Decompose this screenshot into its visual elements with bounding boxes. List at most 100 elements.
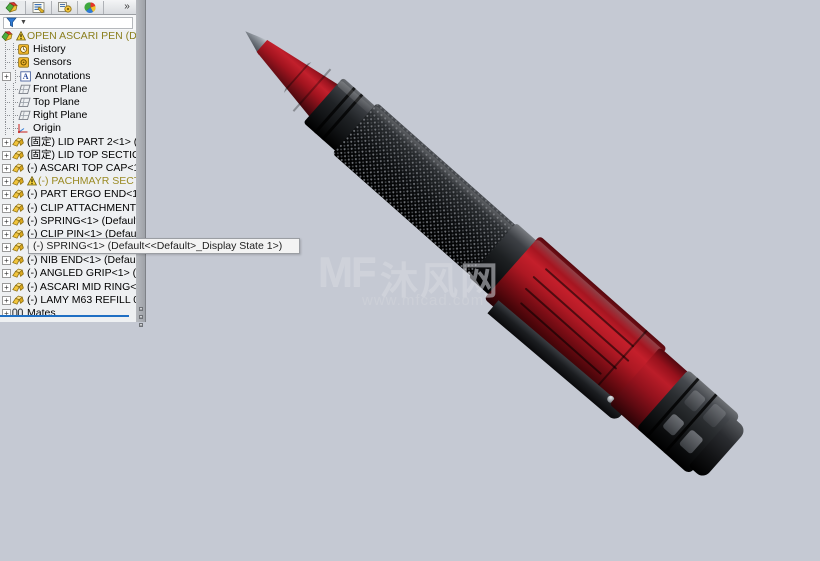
tree-item-row[interactable]: + (-) CLIP ATTACHMENT<1 — [0, 201, 136, 214]
tree-connector — [10, 96, 18, 110]
tree-item-row[interactable]: + (固定) LID TOP SECTION< — [0, 149, 136, 162]
feature-manager-panel: » ▼ OPEN ASCARI PEN (D History Sensors +… — [0, 0, 137, 322]
tree-item-label: (-) LAMY M63 REFILL 0.5 — [27, 293, 136, 306]
tree-item-row[interactable]: + (固定) LID PART 2<1> (D — [0, 136, 136, 149]
tree-item-row[interactable]: + (-) NIB END<1> (Default — [0, 254, 136, 267]
tree-connector — [2, 82, 10, 96]
tree-item-label: (-) PACHMAYR SECTIO — [38, 175, 136, 188]
display-manager-tab[interactable] — [78, 0, 104, 14]
expand-toggle-icon[interactable]: + — [2, 203, 11, 213]
property-manager-icon — [32, 1, 44, 13]
expand-toggle-icon[interactable]: + — [2, 295, 11, 305]
expand-toggle-icon[interactable]: + — [2, 256, 11, 266]
part-icon — [12, 229, 25, 240]
expand-toggle-icon[interactable]: + — [2, 243, 11, 253]
expand-toggle-icon[interactable]: + — [2, 216, 11, 226]
part-icon — [12, 282, 25, 293]
splitter-grip-dot — [139, 323, 143, 327]
manager-tab-strip: » — [0, 0, 136, 15]
expand-toggle-icon[interactable]: + — [2, 163, 11, 173]
filter-funnel-icon — [6, 17, 17, 28]
tree-item-label: Right Plane — [33, 109, 88, 122]
tree-connector — [2, 96, 10, 110]
property-manager-tab[interactable] — [26, 0, 52, 14]
tree-item-row[interactable]: Top Plane — [0, 96, 136, 110]
expand-toggle-icon[interactable]: + — [2, 137, 11, 147]
watermark-logo: MF — [318, 248, 377, 295]
tree-item-label: (固定) LID TOP SECTION< — [27, 148, 136, 161]
expand-toggle-icon[interactable]: + — [2, 71, 11, 81]
tree-item-row[interactable]: + (-) LAMY M63 REFILL 0.5 — [0, 294, 136, 307]
annotations-icon: A — [20, 71, 33, 82]
tree-item-row[interactable]: + (-) ANGLED GRIP<1> (De — [0, 267, 136, 280]
tree-connector — [2, 122, 10, 136]
tree-item-row[interactable]: + Mates — [0, 307, 136, 315]
tree-item-row[interactable]: Sensors — [0, 56, 136, 70]
warning-triangle-icon — [26, 175, 38, 187]
tree-item-label: (-) SPRING<1> (Default< — [27, 214, 136, 227]
tree-connector — [10, 43, 18, 57]
solidworks-tree-icon — [5, 1, 18, 13]
part-icon — [12, 242, 25, 253]
expand-toggle-icon[interactable]: + — [2, 190, 11, 200]
part-icon — [12, 268, 25, 279]
tree-root-row[interactable]: OPEN ASCARI PEN (Defa — [0, 30, 136, 43]
plane-icon — [18, 84, 31, 95]
tree-item-label: Sensors — [33, 56, 72, 69]
tree-item-row[interactable]: + (-) ASCARI MID RING<1> — [0, 281, 136, 294]
history-icon — [18, 44, 31, 55]
panel-bottom-area — [0, 317, 136, 322]
chevron-down-icon[interactable]: ▼ — [20, 19, 27, 26]
part-icon — [12, 216, 25, 227]
splitter-grip-dot — [139, 307, 143, 311]
part-icon — [12, 137, 25, 148]
expand-toggle-icon[interactable]: + — [2, 229, 11, 239]
tree-item-label: (固定) LID PART 2<1> (D — [27, 135, 136, 148]
tree-item-row[interactable]: + (-) PART ERGO END<1> — [0, 188, 136, 201]
part-icon — [12, 150, 25, 161]
tree-connector — [10, 122, 18, 136]
configuration-manager-tab[interactable] — [52, 0, 78, 14]
feature-manager-design-tree-tab[interactable] — [0, 0, 26, 14]
part-icon — [12, 189, 25, 200]
sensors-icon — [18, 57, 31, 69]
tree-item-row[interactable]: Front Plane — [0, 82, 136, 96]
part-icon — [12, 295, 25, 306]
tree-item-row[interactable]: + (-) SPRING<1> (Default< — [0, 215, 136, 228]
splitter-grip-dot — [139, 315, 143, 319]
tree-item-label: Annotations — [35, 69, 91, 82]
display-manager-icon — [83, 1, 96, 13]
tree-item-row[interactable]: + (-) PACHMAYR SECTIO — [0, 175, 136, 188]
expand-toggle-icon[interactable]: + — [2, 150, 11, 160]
tree-item-label: History — [33, 43, 66, 56]
tree-item-label: Top Plane — [33, 96, 80, 109]
tree-item-row[interactable]: History — [0, 43, 136, 57]
configuration-manager-icon — [57, 1, 72, 13]
expand-toggle-icon[interactable]: + — [2, 269, 11, 279]
tree-item-row[interactable]: Origin — [0, 122, 136, 136]
panel-splitter[interactable] — [136, 0, 146, 327]
tree-item-label: Front Plane — [33, 82, 88, 95]
tree-item-row[interactable]: Right Plane — [0, 109, 136, 123]
tree-connector — [10, 56, 18, 70]
tree-filter-input[interactable]: ▼ — [3, 16, 133, 29]
part-icon — [12, 203, 25, 214]
tree-connector — [2, 56, 10, 70]
tree-root-label: OPEN ASCARI PEN (Defa — [27, 30, 136, 43]
tree-item-label: (-) PART ERGO END<1> — [27, 188, 136, 201]
tab-overflow-button[interactable]: » — [120, 0, 134, 13]
pen-assembly-model[interactable] — [206, 0, 748, 480]
tree-item-row[interactable]: + A Annotations — [0, 69, 136, 83]
part-icon — [12, 255, 25, 266]
tree-item-tooltip: (-) SPRING<1> (Default<<Default>_Display… — [28, 238, 300, 254]
mates-icon — [12, 308, 25, 315]
expand-toggle-icon[interactable]: + — [2, 282, 11, 292]
design-tree[interactable]: OPEN ASCARI PEN (Defa HistorySensors + A An… — [0, 30, 136, 315]
tree-item-label: (-) ASCARI MID RING<1> — [27, 280, 136, 293]
tree-connector — [10, 109, 18, 123]
tree-item-label: (-) ASCARI TOP CAP<1> — [27, 161, 136, 174]
tree-connector — [12, 69, 20, 83]
tree-item-row[interactable]: + (-) ASCARI TOP CAP<1> — [0, 162, 136, 175]
tree-connector — [2, 43, 10, 57]
expand-toggle-icon[interactable]: + — [2, 177, 11, 187]
